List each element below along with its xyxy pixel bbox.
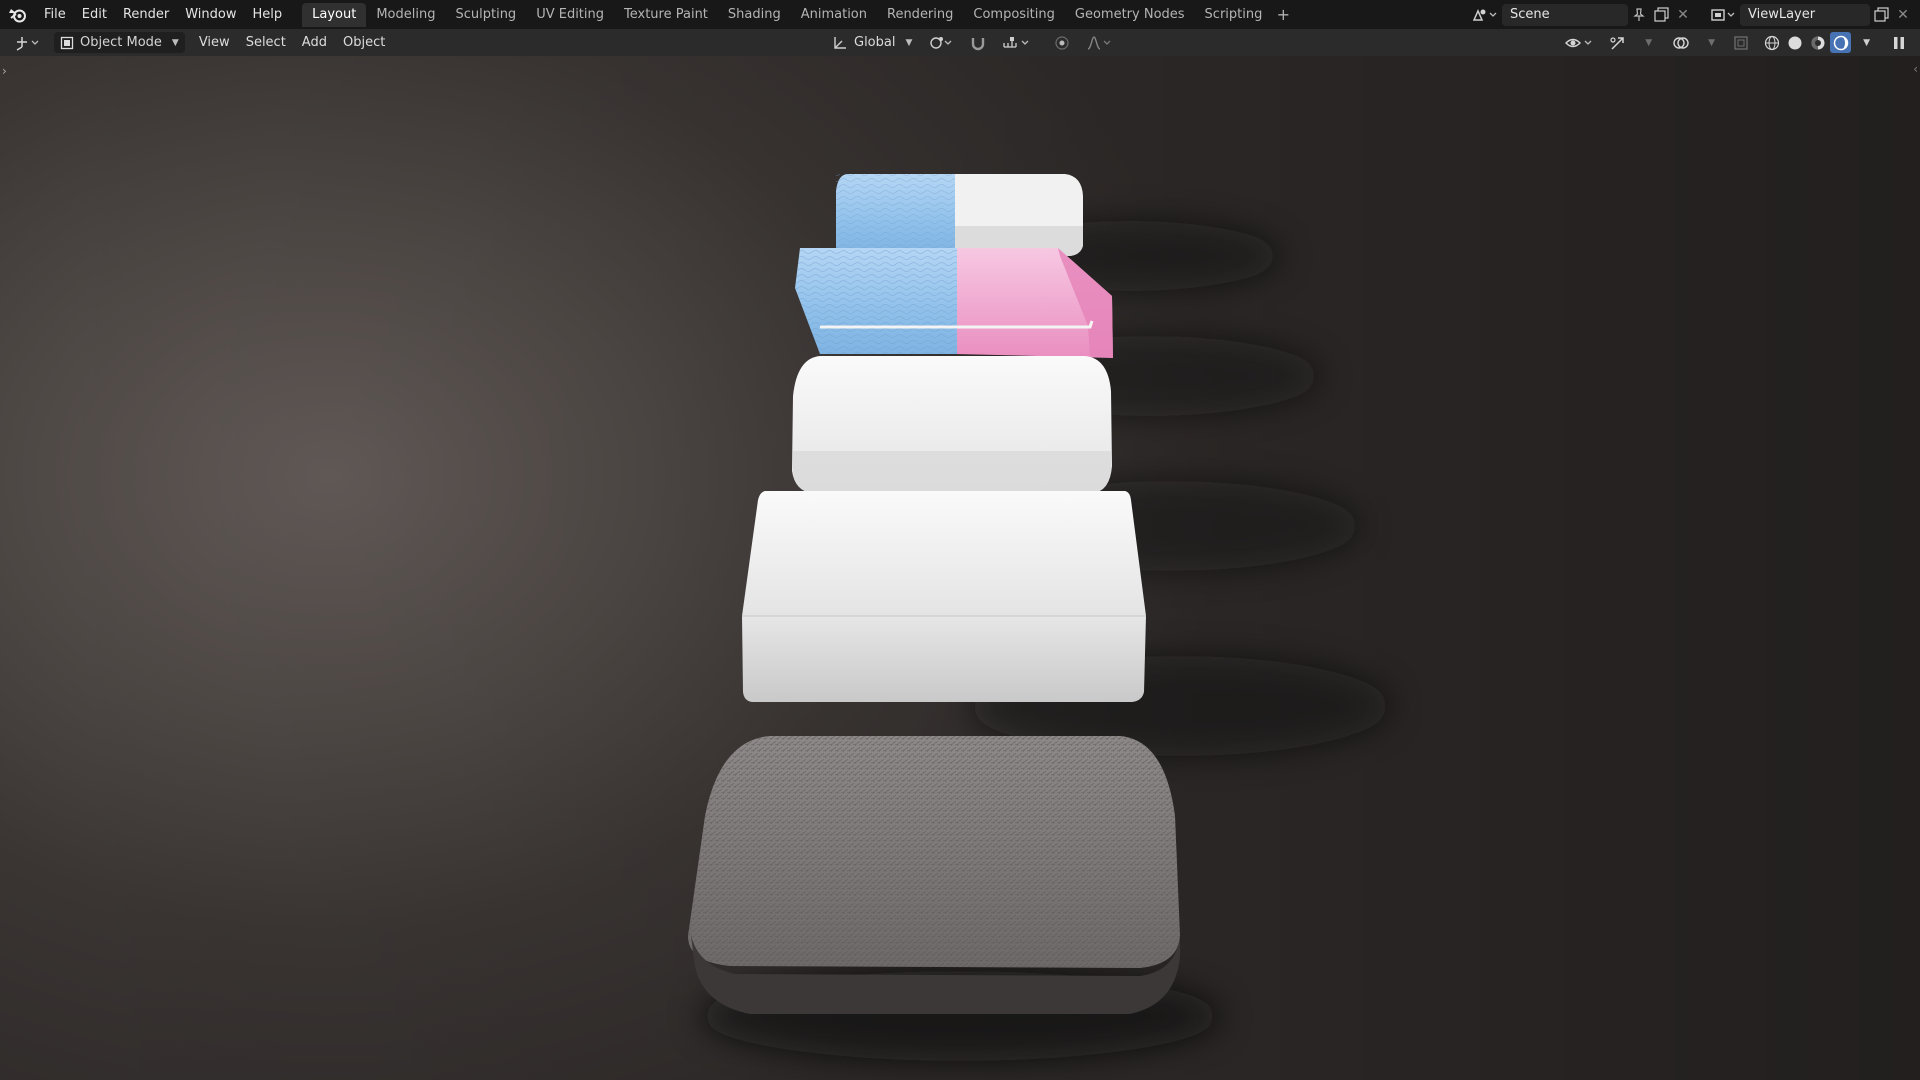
- editor-type-button[interactable]: [8, 32, 48, 53]
- xray-toggle[interactable]: [1727, 32, 1755, 53]
- sidebar-toggle-icon: [1894, 36, 1904, 49]
- tab-sculpting[interactable]: Sculpting: [445, 3, 526, 27]
- tab-geometry-nodes[interactable]: Geometry Nodes: [1065, 3, 1195, 27]
- orientation-icon: [834, 36, 846, 49]
- wireframe-shading-button[interactable]: [1761, 32, 1782, 53]
- xray-icon: [1734, 35, 1748, 50]
- scene-name-field[interactable]: Scene: [1502, 3, 1628, 26]
- menu-view[interactable]: View: [193, 32, 236, 53]
- object-mode-icon: [60, 36, 74, 49]
- tab-rendering[interactable]: Rendering: [877, 3, 963, 27]
- wireframe-icon: [1764, 35, 1779, 50]
- material-preview-icon: [1811, 36, 1825, 49]
- viewport-scene: [0, 56, 1920, 1080]
- delete-scene-button[interactable]: ✕: [1672, 4, 1694, 26]
- menu-add[interactable]: Add: [296, 32, 333, 53]
- menu-render[interactable]: Render: [115, 4, 177, 26]
- viewport-display-tools: ▼ ▼ ▼: [1559, 32, 1912, 53]
- view-layer-name: ViewLayer: [1748, 7, 1816, 22]
- duplicate-icon: [1653, 7, 1669, 22]
- selectability-visibility-dropdown[interactable]: [1559, 32, 1601, 53]
- soft-white-block[interactable]: [792, 356, 1112, 493]
- menu-window[interactable]: Window: [177, 4, 244, 26]
- snap-toggle[interactable]: [964, 32, 992, 53]
- solid-shading-button[interactable]: [1784, 32, 1805, 53]
- transform-tools: Global ▼: [826, 32, 1120, 53]
- tab-compositing[interactable]: Compositing: [963, 3, 1065, 27]
- view-layer-browse-button[interactable]: [1706, 4, 1740, 26]
- pin-icon: [1633, 7, 1645, 21]
- menu-file[interactable]: File: [36, 4, 74, 26]
- snap-magnet-icon: [972, 37, 985, 50]
- menu-edit[interactable]: Edit: [74, 4, 115, 26]
- tab-animation[interactable]: Animation: [791, 3, 877, 27]
- chevron-down-icon: ▼: [1645, 37, 1653, 48]
- view-layer-icon: [1711, 8, 1735, 21]
- view-layer-name-field[interactable]: ViewLayer: [1740, 3, 1870, 26]
- eraser-blue-pink[interactable]: [795, 248, 1113, 358]
- proportional-editing-toggle[interactable]: [1048, 32, 1076, 53]
- overlays-toggle[interactable]: [1666, 32, 1696, 53]
- gizmo-toggle[interactable]: [1603, 32, 1633, 53]
- eraser-blue-white[interactable]: [836, 174, 1083, 256]
- scene-browse-button[interactable]: [1468, 4, 1502, 26]
- scene-icon: [1472, 8, 1497, 21]
- pivot-point-icon: [930, 36, 952, 49]
- duplicate-icon: [1873, 7, 1889, 22]
- menu-object[interactable]: Object: [337, 32, 391, 53]
- chevron-down-icon: ▼: [905, 37, 913, 48]
- 3d-viewport-icon: [16, 36, 39, 51]
- solid-icon: [1788, 36, 1802, 49]
- snap-target-dropdown[interactable]: [996, 32, 1038, 53]
- tab-scripting[interactable]: Scripting: [1195, 3, 1273, 27]
- tab-layout[interactable]: Layout: [302, 2, 367, 27]
- scene-selector-group: Scene ✕ ViewLayer ✕: [1468, 3, 1920, 26]
- rendered-icon: [1833, 35, 1848, 50]
- overlays-dropdown[interactable]: ▼: [1698, 32, 1721, 53]
- workspace-tabs: Layout Modeling Sculpting UV Editing Tex…: [302, 2, 1294, 27]
- tab-texture-paint[interactable]: Texture Paint: [614, 3, 718, 27]
- toggle-sidebar-button[interactable]: [1886, 32, 1912, 53]
- new-scene-button[interactable]: [1650, 4, 1672, 26]
- shading-options-dropdown[interactable]: ▼: [1853, 32, 1876, 53]
- rendered-shading-button[interactable]: [1830, 32, 1852, 53]
- blender-logo-icon[interactable]: [0, 0, 36, 29]
- transform-orientation-label: Global: [854, 35, 896, 50]
- new-view-layer-button[interactable]: [1870, 4, 1892, 26]
- overlay-icon: [1673, 36, 1689, 49]
- object-mode-label: Object Mode: [80, 35, 162, 50]
- snap-increment-icon: [1003, 36, 1029, 48]
- gizmo-icon: [1610, 36, 1624, 50]
- falloff-curve-icon: [1088, 35, 1111, 50]
- chevron-down-icon: ▼: [171, 37, 179, 48]
- white-box[interactable]: [742, 491, 1146, 702]
- gizmo-dropdown[interactable]: ▼: [1635, 32, 1658, 53]
- transform-orientation-dropdown[interactable]: Global ▼: [826, 32, 918, 53]
- chevron-down-icon: ▼: [1863, 37, 1870, 48]
- pivot-point-dropdown[interactable]: [922, 32, 960, 53]
- material-preview-shading-button[interactable]: [1807, 32, 1828, 53]
- tab-modeling[interactable]: Modeling: [366, 3, 445, 27]
- tab-shading[interactable]: Shading: [718, 3, 791, 27]
- add-workspace-button[interactable]: +: [1272, 5, 1294, 24]
- top-bar: File Edit Render Window Help Layout Mode…: [0, 0, 1920, 29]
- proportional-falloff-dropdown[interactable]: [1080, 32, 1120, 53]
- menu-help[interactable]: Help: [245, 4, 291, 26]
- object-mode-dropdown[interactable]: Object Mode ▼: [54, 32, 185, 53]
- tab-uv-editing[interactable]: UV Editing: [526, 3, 614, 27]
- proportional-editing-icon: [1055, 35, 1070, 50]
- viewport-header: Object Mode ▼ View Select Add Object Glo…: [0, 29, 1920, 56]
- eye-icon: [1565, 38, 1592, 47]
- close-icon: ✕: [1677, 6, 1689, 23]
- menu-select[interactable]: Select: [240, 32, 292, 53]
- pin-scene-button[interactable]: [1628, 4, 1650, 26]
- scene-name: Scene: [1510, 7, 1550, 22]
- close-icon: ✕: [1897, 6, 1909, 23]
- 3d-viewport[interactable]: › ‹: [0, 56, 1920, 1080]
- chevron-down-icon: ▼: [1708, 37, 1716, 48]
- delete-view-layer-button[interactable]: ✕: [1892, 4, 1914, 26]
